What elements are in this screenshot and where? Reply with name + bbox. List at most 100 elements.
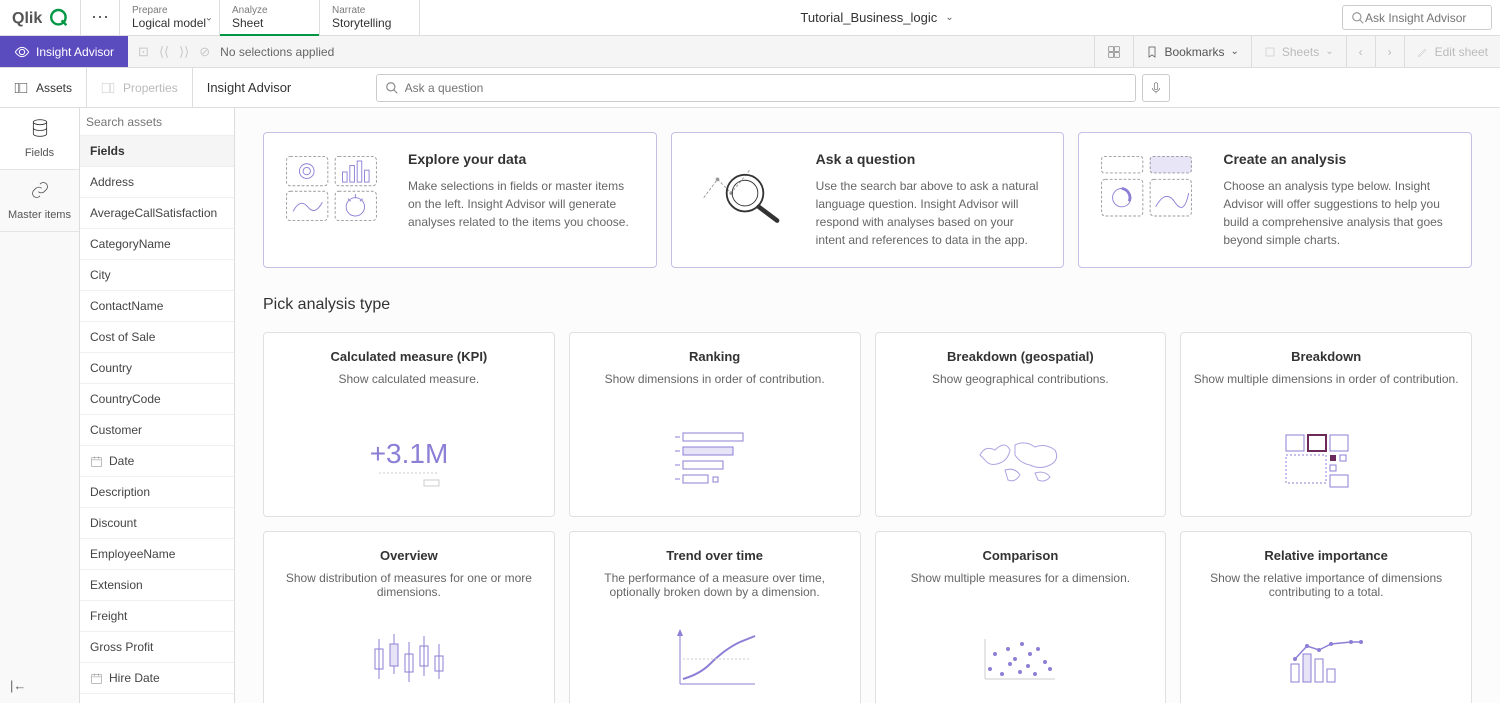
nav-tab-logical-model[interactable]: PrepareLogical model⌄ [120, 0, 220, 35]
question-input[interactable] [405, 81, 1127, 95]
field-item[interactable]: Extension [80, 570, 234, 601]
ask-insight-top[interactable] [1342, 5, 1492, 30]
field-item[interactable]: EmployeeName [80, 539, 234, 570]
rail-master-items[interactable]: Master items [0, 170, 79, 232]
field-label: Hire Date [109, 671, 160, 685]
field-label: Description [90, 485, 150, 499]
more-menu-button[interactable]: ⋯ [80, 0, 120, 35]
search-icon [1351, 11, 1365, 25]
analysis-type-card[interactable]: RankingShow dimensions in order of contr… [569, 332, 861, 517]
field-item[interactable]: Address [80, 167, 234, 198]
info-card-title: Explore your data [408, 151, 638, 167]
field-item[interactable]: ContactName [80, 291, 234, 322]
panel-icon [14, 81, 28, 95]
next-sheet-button[interactable]: › [1375, 36, 1404, 67]
app-title[interactable]: Tutorial_Business_logic [800, 10, 937, 25]
insight-advisor-button[interactable]: Insight Advisor [0, 36, 128, 67]
field-item[interactable]: Cost of Sale [80, 322, 234, 353]
analysis-thumb [582, 619, 848, 699]
nav-tab-storytelling[interactable]: NarrateStorytelling [320, 0, 420, 35]
field-item[interactable]: AverageCallSatisfaction [80, 198, 234, 229]
eye-icon [14, 44, 30, 60]
nav-tab-value: Storytelling [332, 16, 407, 30]
sheet-icon [1264, 46, 1276, 58]
field-label: Cost of Sale [90, 330, 155, 344]
illustration [690, 151, 800, 226]
chevron-down-icon[interactable]: ⌄ [205, 12, 213, 23]
analysis-type-card[interactable]: ComparisonShow multiple measures for a d… [875, 531, 1167, 703]
nav-tab-label: Prepare [132, 5, 207, 16]
selections-tool-icon[interactable] [1094, 36, 1133, 67]
step-forward-icon[interactable]: ⟩⟩ [179, 44, 189, 60]
page-title: Insight Advisor [193, 80, 306, 95]
asset-header: Fields [80, 136, 234, 167]
asset-panel: Fields Address AverageCallSatisfaction Cat… [80, 108, 235, 703]
info-card-title: Create an analysis [1223, 151, 1453, 167]
analysis-type-card[interactable]: Relative importanceShow the relative imp… [1180, 531, 1472, 703]
bookmarks-button[interactable]: Bookmarks ⌄ [1133, 36, 1250, 67]
info-card: Create an analysisChoose an analysis typ… [1078, 132, 1472, 268]
question-search-box[interactable] [376, 74, 1136, 102]
field-item[interactable]: Hire Date [80, 663, 234, 694]
analysis-type-card[interactable]: Trend over timeThe performance of a meas… [569, 531, 861, 703]
analysis-type-desc: Show multiple dimensions in order of con… [1193, 372, 1459, 404]
nav-tab-value: Sheet [232, 16, 307, 30]
analysis-thumb [1193, 619, 1459, 699]
collapse-rail-button[interactable]: |← [0, 668, 79, 703]
analysis-type-card[interactable]: Breakdown (geospatial)Show geographical … [875, 332, 1167, 517]
edit-sheet-button[interactable]: Edit sheet [1404, 36, 1500, 67]
analysis-type-desc: Show multiple measures for a dimension. [888, 571, 1154, 603]
analysis-type-desc: Show the relative importance of dimensio… [1193, 571, 1459, 603]
selection-tools: ⊡ ⟨⟨ ⟩⟩ ⊘ No selections applied [128, 36, 344, 67]
prev-sheet-button[interactable]: ‹ [1346, 36, 1375, 67]
link-icon [30, 180, 50, 205]
field-label: Gross Profit [90, 640, 153, 654]
ask-insight-input[interactable] [1365, 11, 1483, 25]
field-item[interactable]: Freight [80, 601, 234, 632]
analysis-thumb [582, 420, 848, 500]
microphone-button[interactable] [1142, 74, 1170, 102]
chevron-down-icon[interactable]: ⌄ [945, 12, 953, 23]
analysis-thumb [888, 420, 1154, 500]
analysis-type-card[interactable]: Calculated measure (KPI)Show calculated … [263, 332, 555, 517]
field-label: EmployeeName [90, 547, 175, 561]
asset-list[interactable]: Address AverageCallSatisfaction CategoryNa… [80, 167, 234, 703]
qlik-logo: Qlik [0, 0, 80, 35]
analysis-type-title: Breakdown (geospatial) [888, 349, 1154, 364]
rail-fields[interactable]: Fields [0, 108, 79, 170]
sheets-button[interactable]: Sheets ⌄ [1251, 36, 1346, 67]
field-label: City [90, 268, 111, 282]
field-item[interactable]: City [80, 260, 234, 291]
field-item[interactable]: CountryCode [80, 384, 234, 415]
info-card: Ask a questionUse the search bar above t… [671, 132, 1065, 268]
field-item[interactable]: Date [80, 446, 234, 477]
analysis-type-card[interactable]: BreakdownShow multiple dimensions in ord… [1180, 332, 1472, 517]
nav-tab-value: Logical model [132, 16, 207, 30]
field-item[interactable]: Description [80, 477, 234, 508]
field-label: AverageCallSatisfaction [90, 206, 217, 220]
chevron-down-icon: ⌄ [1325, 46, 1333, 57]
clear-selections-icon[interactable]: ⊘ [199, 44, 210, 60]
analysis-type-card[interactable]: Overview Show distribution of measures fo… [263, 531, 555, 703]
search-icon [385, 81, 399, 95]
no-selections-label: No selections applied [220, 45, 334, 59]
analysis-thumb [1193, 420, 1459, 500]
mic-icon [1149, 81, 1163, 95]
field-item[interactable]: Gross Profit [80, 632, 234, 663]
nav-tab-label: Narrate [332, 5, 407, 16]
pencil-icon [1417, 46, 1429, 58]
field-item[interactable]: Discount [80, 508, 234, 539]
analysis-type-desc: Show distribution of measures for one or… [276, 571, 542, 603]
assets-toggle[interactable]: Assets [0, 68, 87, 107]
analysis-type-title: Ranking [582, 349, 848, 364]
asset-search-input[interactable] [86, 115, 228, 129]
field-label: Address [90, 175, 134, 189]
field-item[interactable]: Country [80, 353, 234, 384]
analysis-type-title: Overview [276, 548, 542, 563]
field-item[interactable]: CategoryName [80, 229, 234, 260]
field-item[interactable]: Customer [80, 415, 234, 446]
step-back-icon[interactable]: ⟨⟨ [159, 44, 169, 60]
nav-tab-sheet[interactable]: AnalyzeSheet [220, 0, 320, 35]
smart-search-icon[interactable]: ⊡ [138, 44, 149, 60]
analysis-type-desc: The performance of a measure over time, … [582, 571, 848, 603]
